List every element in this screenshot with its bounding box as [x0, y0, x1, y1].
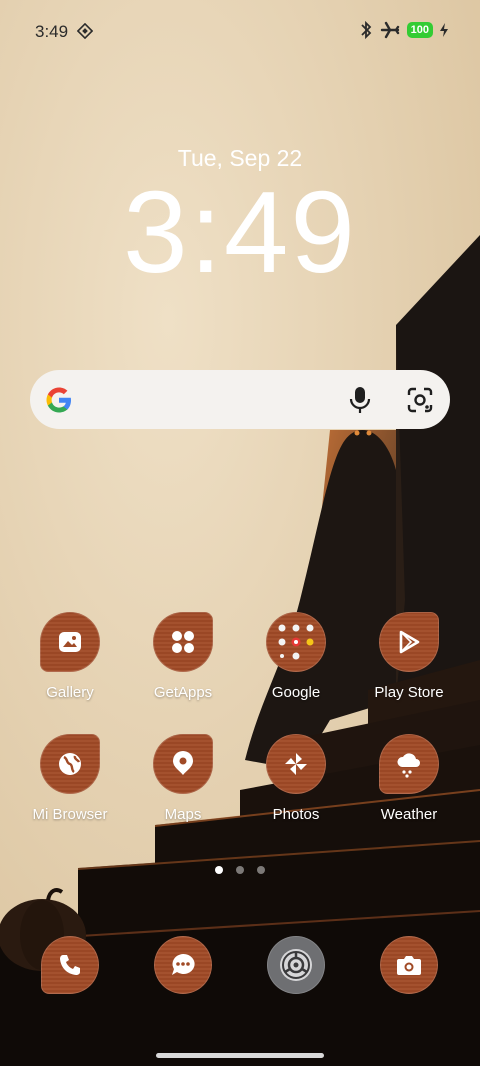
app-maps[interactable]: Maps — [128, 734, 238, 823]
settings-gear-icon — [267, 936, 325, 994]
app-weather[interactable]: Weather — [354, 734, 464, 823]
page-indicator[interactable] — [0, 866, 480, 874]
notification-diamond-icon — [77, 23, 93, 39]
dock-messages[interactable] — [128, 936, 238, 994]
app-mi-browser[interactable]: Mi Browser — [15, 734, 125, 823]
app-label: Maps — [164, 806, 202, 823]
app-label: Mi Browser — [32, 806, 108, 823]
app-getapps[interactable]: GetApps — [128, 612, 238, 701]
app-label: Google — [271, 684, 321, 701]
app-label: Weather — [380, 806, 438, 823]
messages-icon — [154, 936, 212, 994]
getapps-icon — [153, 612, 213, 672]
bluetooth-icon — [361, 20, 371, 40]
pinwheel-icon — [266, 734, 326, 794]
app-label: Play Store — [374, 684, 444, 701]
battery-level: 100 — [406, 22, 433, 38]
dock-settings[interactable] — [241, 936, 351, 994]
app-gallery[interactable]: Gallery — [15, 612, 125, 701]
app-label: Gallery — [46, 684, 94, 701]
google-logo-icon — [46, 387, 71, 413]
globe-icon — [40, 734, 100, 794]
app-label: GetApps — [153, 684, 213, 701]
microphone-icon[interactable] — [348, 385, 372, 415]
camera-icon — [380, 936, 438, 994]
app-photos[interactable]: Photos — [241, 734, 351, 823]
folder-icon — [266, 612, 326, 672]
gallery-icon — [40, 612, 100, 672]
weather-cloud-icon — [379, 734, 439, 794]
play-store-icon — [379, 612, 439, 672]
dock-camera[interactable] — [354, 936, 464, 994]
status-time: 3:49 — [35, 22, 69, 41]
gesture-nav-bar[interactable] — [156, 1053, 324, 1058]
google-search-bar[interactable] — [30, 370, 450, 429]
phone-icon — [41, 936, 99, 994]
charging-icon — [440, 23, 448, 37]
status-icons: 100 — [359, 20, 448, 40]
folder-google[interactable]: Google — [241, 612, 351, 701]
app-label: Photos — [272, 806, 320, 823]
page-dot — [236, 866, 244, 874]
page-dot-current — [215, 866, 223, 874]
dock-phone[interactable] — [15, 936, 125, 994]
map-pin-icon — [153, 734, 213, 794]
page-dot — [257, 866, 265, 874]
airplane-icon — [380, 21, 399, 39]
clock-widget[interactable]: 3:49 — [0, 172, 480, 292]
google-lens-icon[interactable] — [406, 386, 434, 414]
status-bar: 3:49 100 — [0, 0, 480, 62]
app-play-store[interactable]: Play Store — [354, 612, 464, 701]
